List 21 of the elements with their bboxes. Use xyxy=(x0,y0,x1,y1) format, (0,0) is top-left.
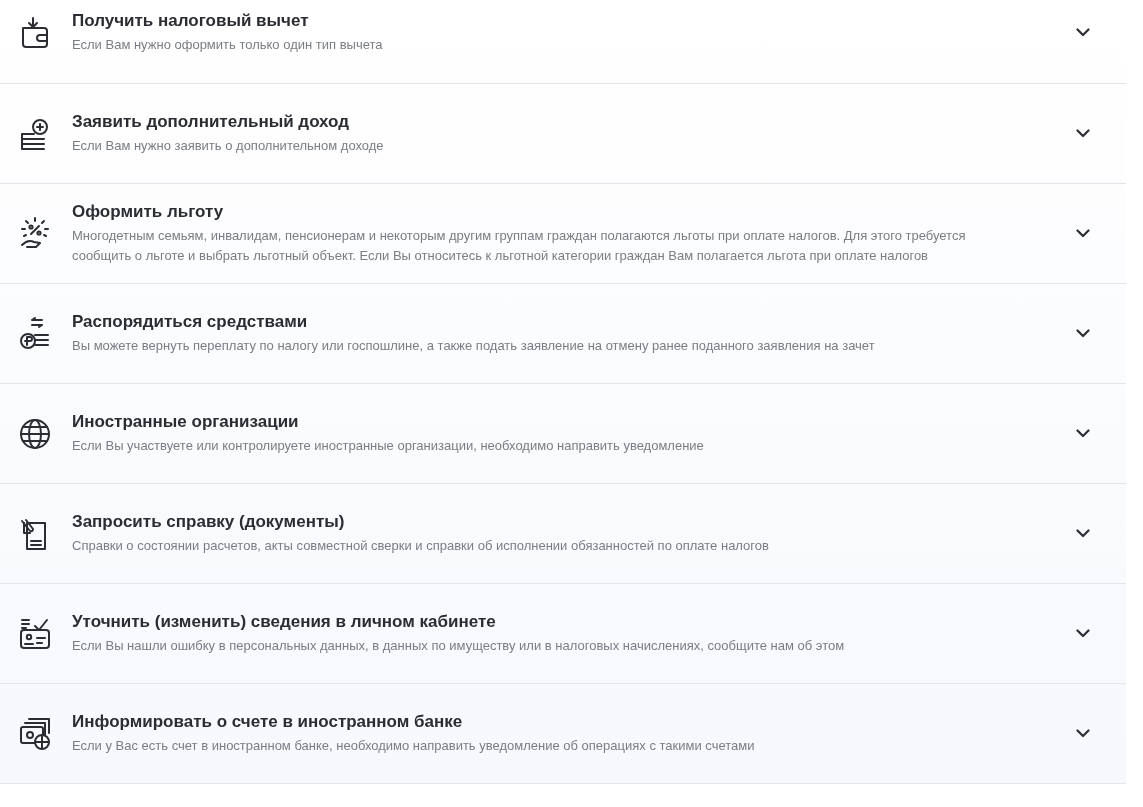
service-title[interactable]: Распорядиться средствами xyxy=(72,311,1028,333)
service-title[interactable]: Информировать о счете в иностранном банке xyxy=(72,711,1028,733)
service-title[interactable]: Оформить льготу xyxy=(72,201,1028,223)
globe-icon xyxy=(18,416,52,451)
service-description: Вы можете вернуть переплату по налогу или госпошлине, а также подать заявление на отмену ранее поданного заявления на зачет xyxy=(72,337,876,356)
service-title[interactable]: Получить налоговый вычет xyxy=(72,10,1028,32)
service-title[interactable]: Уточнить (изменить) сведения в личном кабинете xyxy=(72,611,1028,633)
coins-icon xyxy=(18,316,52,351)
service-description: Если Вы участвуете или контролируете иностранные организации, необходимо направить уведомление xyxy=(72,437,705,456)
service-title[interactable]: Запросить справку (документы) xyxy=(72,511,1028,533)
service-description: Если Вам нужно заявить о дополнительном доходе xyxy=(72,137,385,156)
service-description: Справки о состоянии расчетов, акты совместной сверки и справки об исполнении обязанностей по оплате налогов xyxy=(72,537,770,556)
service-description: Если Вам нужно оформить только один тип вычета xyxy=(72,36,384,55)
banknote-icon xyxy=(18,716,52,751)
service-description: Если Вы нашли ошибку в персональных данных, в данных по имуществу или в налоговых начислениях, сообщите нам об этом xyxy=(72,637,846,656)
service-title[interactable]: Иностранные организации xyxy=(72,411,1028,433)
id-card-icon xyxy=(18,616,52,651)
service-title[interactable]: Заявить дополнительный доход xyxy=(72,111,1028,133)
service-description: Если у Вас есть счет в иностранном банке, необходимо направить уведомление об операциях с такими счетами xyxy=(72,737,756,756)
service-description: Многодетным семьям, инвалидам, пенсионерам и некоторым другим группам граждан полагаются льготы при оплате налогов. Для этого требуется сообщить о льготе и выбрать льготный объект. Если Вы относитесь к льготной категории граждан Вам полагается льгота при оплате налогов xyxy=(72,227,967,266)
percent-icon xyxy=(18,216,52,251)
